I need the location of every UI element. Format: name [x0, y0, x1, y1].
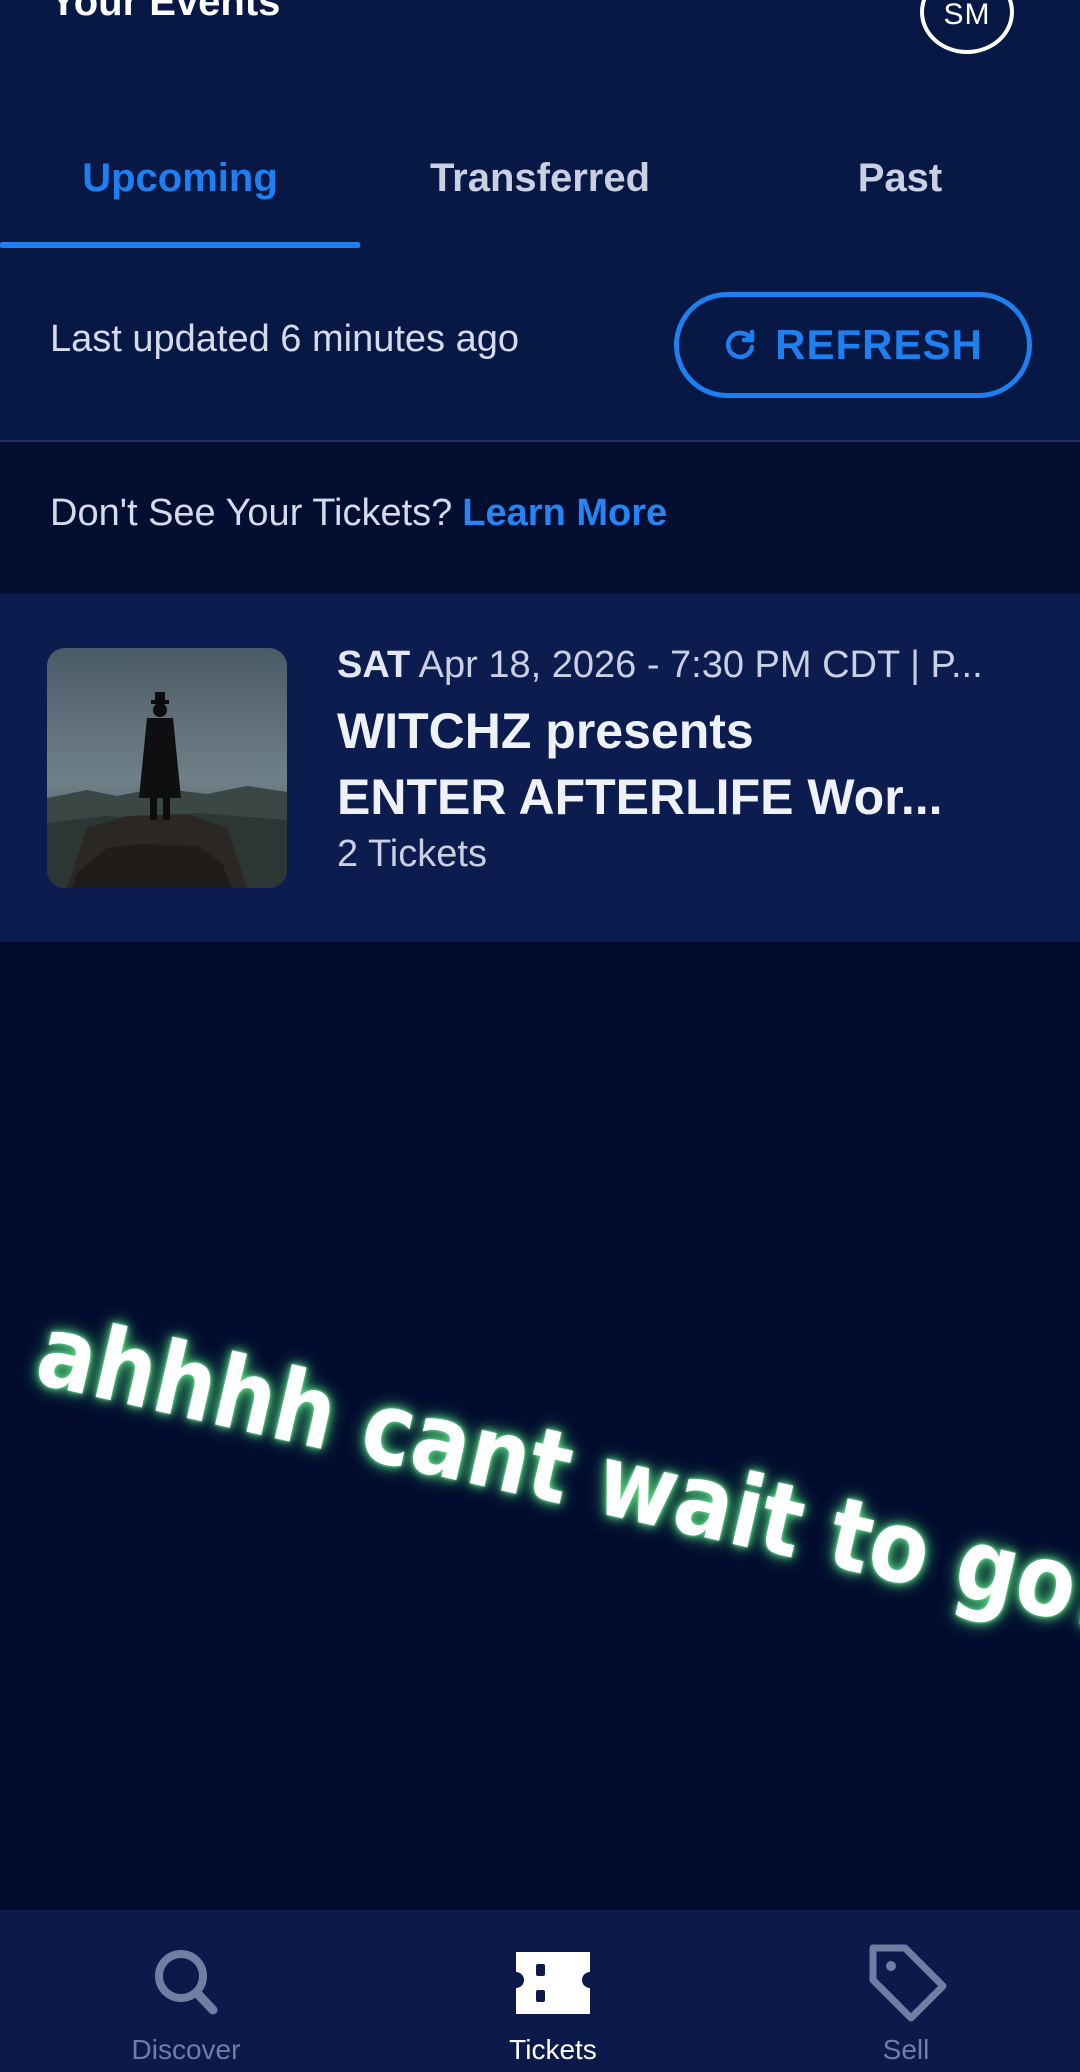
last-updated-text: Last updated 6 minutes ago	[50, 318, 520, 360]
tab-transferred[interactable]: Transferred	[360, 150, 720, 206]
overlay-caption: ahhhh cant wait to go!!	[26, 1291, 1080, 1663]
missing-tickets-notice: Don't See Your Tickets? Learn More	[0, 442, 1080, 594]
nav-tickets-label: Tickets	[509, 2034, 597, 2065]
event-datetime: SAT Apr 18, 2026 - 7:30 PM CDT | P...	[337, 642, 1037, 688]
nav-sell[interactable]: Sell	[806, 1940, 1006, 2072]
event-day: SAT	[337, 644, 411, 686]
refresh-label: REFRESH	[775, 321, 983, 368]
nav-discover[interactable]: Discover	[86, 1940, 286, 2072]
event-ticket-count: 2 Tickets	[337, 833, 487, 875]
event-image	[47, 648, 287, 888]
nav-discover-label: Discover	[131, 2034, 241, 2065]
tab-past[interactable]: Past	[720, 150, 1080, 206]
app-header: Your Events SM Upcoming Transferred Past	[0, 0, 1080, 248]
status-bar: Last updated 6 minutes ago REFRESH	[0, 248, 1080, 442]
notice-text: Don't See Your Tickets?	[50, 492, 453, 534]
refresh-button[interactable]: REFRESH	[674, 292, 1032, 398]
event-title-line1: WITCHZ presents	[337, 703, 754, 759]
nav-sell-label: Sell	[882, 2034, 930, 2065]
tab-upcoming[interactable]: Upcoming	[0, 150, 360, 206]
event-title: WITCHZ presents ENTER AFTERLIFE Wor...	[337, 698, 1037, 830]
event-title-line2: ENTER AFTERLIFE Wor...	[337, 769, 943, 825]
event-info: SAT Apr 18, 2026 - 7:30 PM CDT | P... WI…	[337, 642, 1037, 876]
event-date-text: Apr 18, 2026 - 7:30 PM CDT | P...	[418, 644, 983, 686]
ticket-icon	[516, 1952, 590, 2014]
event-card[interactable]: SAT Apr 18, 2026 - 7:30 PM CDT | P... WI…	[0, 594, 1080, 942]
avatar[interactable]: SM	[920, 0, 1014, 54]
bottom-navigation: Discover Tickets Sell	[0, 1910, 1080, 2072]
search-icon	[155, 1950, 218, 2015]
learn-more-link[interactable]: Learn More	[462, 492, 667, 534]
nav-tickets[interactable]: Tickets	[453, 1940, 653, 2072]
tag-icon	[869, 1944, 947, 2022]
event-thumbnail	[47, 648, 287, 888]
refresh-icon	[726, 329, 755, 360]
page-title: Your Events	[50, 0, 281, 24]
